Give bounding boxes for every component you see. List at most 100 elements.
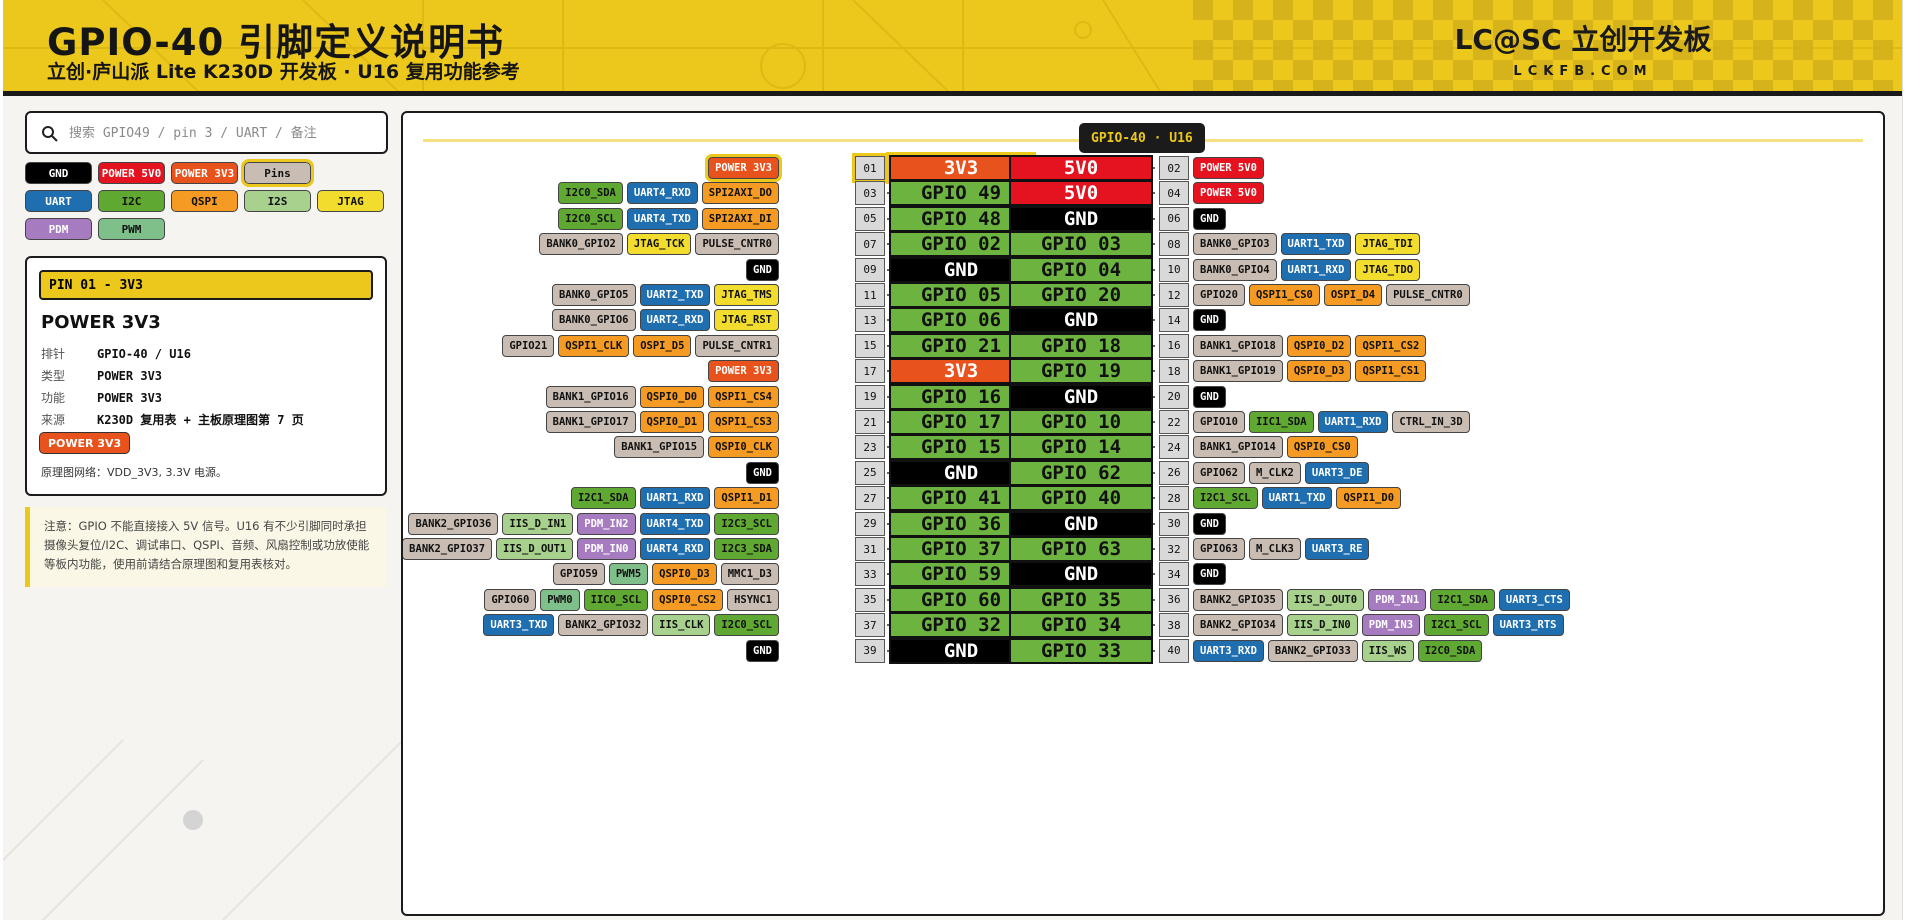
- legend-chip-i2c[interactable]: I2C: [98, 190, 165, 212]
- function-tag[interactable]: UART4_TXD: [626, 207, 698, 230]
- pin-number[interactable]: 24: [1159, 435, 1189, 460]
- function-tag[interactable]: IIS_D_IN0: [1286, 614, 1358, 637]
- function-tag[interactable]: PDM_IN3: [1361, 614, 1421, 637]
- function-tag[interactable]: IIC1_SDA: [1248, 411, 1314, 433]
- function-tag[interactable]: PDM_IN0: [577, 538, 636, 560]
- function-tag[interactable]: GND: [1193, 207, 1226, 230]
- function-tag[interactable]: UART3_RTS: [1492, 614, 1564, 637]
- pin-number[interactable]: 01: [852, 153, 888, 183]
- pin-cell[interactable]: GPIO 20: [1009, 282, 1153, 308]
- function-tag[interactable]: IIS_CLK: [652, 614, 711, 637]
- function-tag[interactable]: QSPI0_CLK: [708, 436, 779, 459]
- legend-chip-power-3v3[interactable]: POWER 3V3: [171, 162, 238, 184]
- function-tag[interactable]: JTAG_RST: [714, 309, 779, 332]
- pin-cell[interactable]: 5V0: [1009, 155, 1153, 181]
- function-tag[interactable]: BANK1_GPIO17: [545, 411, 636, 433]
- pin-number[interactable]: 17: [855, 359, 885, 384]
- function-tag[interactable]: BANK1_GPIO16: [545, 385, 636, 408]
- pin-cell[interactable]: GPIO 14: [1009, 434, 1153, 461]
- function-tag[interactable]: POWER 5V0: [1193, 182, 1264, 205]
- pin-cell[interactable]: GPIO 10: [1009, 409, 1153, 435]
- function-tag[interactable]: QSPI1_CS2: [1355, 334, 1427, 357]
- pin-number[interactable]: 23: [855, 435, 885, 460]
- function-tag[interactable]: M_CLK3: [1248, 538, 1301, 560]
- function-tag[interactable]: GPIO59: [552, 563, 605, 586]
- function-tag[interactable]: GPIO21: [502, 334, 555, 357]
- function-tag[interactable]: BANK2_GPIO33: [1267, 639, 1358, 662]
- function-tag[interactable]: HSYNC1: [727, 588, 779, 611]
- function-tag[interactable]: POWER 5V0: [1193, 157, 1264, 179]
- function-tag[interactable]: JTAG_TMS: [714, 284, 779, 306]
- function-tag[interactable]: BANK0_GPIO6: [551, 309, 636, 332]
- function-tag[interactable]: I2C0_SCL: [558, 207, 623, 230]
- pin-number[interactable]: 25: [855, 460, 885, 485]
- pin-number[interactable]: 21: [855, 410, 885, 434]
- pin-number[interactable]: 19: [855, 384, 885, 409]
- function-tag[interactable]: BANK2_GPIO32: [558, 614, 649, 637]
- function-tag[interactable]: JTAG_TCK: [626, 233, 692, 256]
- pin-cell[interactable]: GPIO 63: [1009, 536, 1153, 562]
- pin-number[interactable]: 35: [855, 587, 885, 612]
- function-tag[interactable]: POWER 3V3: [705, 154, 782, 182]
- legend-chip-pins[interactable]: Pins: [241, 159, 314, 187]
- function-tag[interactable]: BANK2_GPIO34: [1193, 614, 1283, 637]
- pin-cell[interactable]: GPIO 62: [1009, 459, 1153, 486]
- function-tag[interactable]: BANK1_GPIO15: [614, 436, 705, 459]
- function-tag[interactable]: GND: [746, 639, 779, 662]
- function-tag[interactable]: I2C1_SCL: [1193, 487, 1258, 510]
- function-tag[interactable]: UART1_RXD: [1317, 411, 1389, 433]
- function-tag[interactable]: UART3_CTS: [1498, 588, 1570, 611]
- pin-number[interactable]: 39: [855, 638, 885, 663]
- function-tag[interactable]: GPIO10: [1193, 411, 1245, 433]
- function-tag[interactable]: IIS_D_IN1: [502, 512, 574, 535]
- function-tag[interactable]: I2C0_SCL: [714, 614, 779, 637]
- function-tag[interactable]: JTAG_TDO: [1355, 258, 1421, 281]
- pin-number[interactable]: 09: [855, 257, 885, 282]
- function-tag[interactable]: GND: [1193, 512, 1226, 535]
- function-tag[interactable]: BANK2_GPIO36: [408, 512, 499, 535]
- pin-number[interactable]: 22: [1159, 410, 1189, 434]
- function-tag[interactable]: JTAG_TDI: [1355, 233, 1421, 256]
- pin-number[interactable]: 10: [1159, 257, 1189, 282]
- pin-number[interactable]: 31: [855, 537, 885, 561]
- function-tag[interactable]: PDM_IN2: [577, 512, 636, 535]
- function-tag[interactable]: UART3_DE: [1304, 461, 1370, 484]
- function-tag[interactable]: QSPI0_D3: [652, 563, 717, 586]
- pin-number[interactable]: 28: [1159, 486, 1189, 511]
- function-tag[interactable]: BANK0_GPIO2: [539, 233, 623, 256]
- pin-cell[interactable]: GND: [1009, 307, 1153, 334]
- function-tag[interactable]: QSPI0_D1: [639, 411, 705, 433]
- search-box[interactable]: [25, 111, 388, 154]
- function-tag[interactable]: I2C1_SDA: [570, 487, 636, 510]
- legend-chip-jtag[interactable]: JTAG: [317, 190, 384, 212]
- function-tag[interactable]: GPIO62: [1193, 461, 1245, 484]
- pin-number[interactable]: 05: [855, 206, 885, 231]
- function-tag[interactable]: IIC0_SCL: [583, 588, 649, 611]
- function-tag[interactable]: OSPI_D4: [1323, 284, 1383, 306]
- function-tag[interactable]: GPIO63: [1193, 538, 1245, 560]
- function-tag[interactable]: PDM_IN1: [1368, 588, 1427, 611]
- legend-chip-i2s[interactable]: I2S: [244, 190, 311, 212]
- function-tag[interactable]: UART1_TXD: [1280, 233, 1352, 256]
- pin-number[interactable]: 29: [855, 511, 885, 536]
- pin-number[interactable]: 18: [1159, 359, 1189, 384]
- function-tag[interactable]: IIS_D_OUT1: [496, 538, 574, 560]
- function-tag[interactable]: BANK0_GPIO5: [551, 284, 636, 306]
- pin-number[interactable]: 04: [1159, 181, 1189, 206]
- function-tag[interactable]: SPI2AXI_DO: [701, 182, 779, 205]
- function-tag[interactable]: BANK0_GPIO4: [1193, 258, 1277, 281]
- function-tag[interactable]: UART4_TXD: [639, 512, 711, 535]
- pin-number[interactable]: 07: [855, 232, 885, 257]
- function-tag[interactable]: GND: [1193, 309, 1226, 332]
- function-tag[interactable]: POWER 3V3: [708, 360, 779, 383]
- function-tag[interactable]: UART1_RXD: [1280, 258, 1352, 281]
- function-tag[interactable]: IIS_WS: [1361, 639, 1414, 662]
- function-tag[interactable]: UART3_RXD: [1193, 639, 1264, 662]
- function-tag[interactable]: MMC1_D3: [720, 563, 779, 586]
- pin-cell[interactable]: GND: [1009, 383, 1153, 410]
- function-tag[interactable]: I2C0_SDA: [558, 182, 623, 205]
- pin-number[interactable]: 37: [855, 613, 885, 638]
- function-tag[interactable]: BANK2_GPIO35: [1193, 588, 1283, 611]
- function-tag[interactable]: GND: [746, 461, 779, 484]
- function-tag[interactable]: PULSE_CNTR0: [1386, 284, 1470, 306]
